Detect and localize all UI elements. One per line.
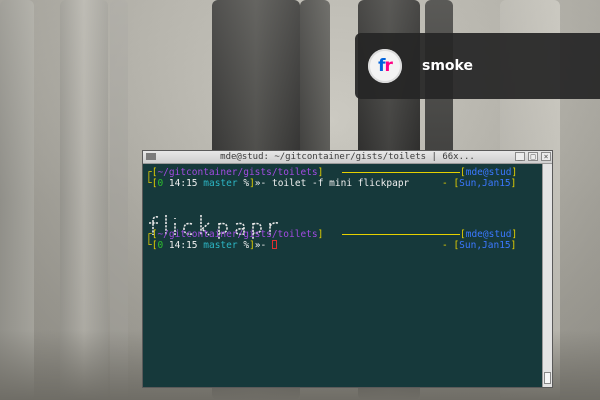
window-titlebar[interactable]: mde@stud: ~/gitcontainer/gists/toilets |… (143, 151, 552, 164)
prompt-line-bottom: └[0 14:15 master %]»- (146, 240, 277, 251)
flickr-icon: fr (368, 49, 402, 83)
prompt-path: ~/gitcontainer/gists/toilets (157, 167, 318, 178)
prompt-host-block: [mde@stud] (460, 229, 518, 240)
prompt-time: 14:15 (168, 178, 198, 189)
typed-command: toilet -f mini flickpapr (271, 178, 410, 189)
prompt-user-host: mde@stud (465, 167, 512, 178)
prompt-arrow: »- (254, 240, 267, 251)
prompt-rule (342, 234, 460, 235)
terminal-screen[interactable]: ┌[~/gitcontainer/gists/toilets] [mde@stu… (146, 167, 542, 385)
prompt-branch: master (203, 178, 238, 189)
terminal-window[interactable]: mde@stud: ~/gitcontainer/gists/toilets |… (142, 150, 553, 388)
close-icon[interactable]: × (541, 152, 551, 161)
banner-text: flickpapr (146, 211, 198, 214)
prompt-line-bottom: └[0 14:15 master %]»- toilet -f mini fli… (146, 178, 410, 189)
prompt-line-top: ┌[~/gitcontainer/gists/toilets] (146, 229, 324, 240)
notification-title: smoke (422, 58, 473, 74)
prompt-date: Sun,Jan15 (459, 178, 511, 189)
text-cursor (271, 240, 277, 249)
prompt-branch: master (203, 240, 238, 251)
prompt-host-block: [mde@stud] (460, 167, 518, 178)
prompt-path: ~/gitcontainer/gists/toilets (157, 229, 318, 240)
notification-toast[interactable]: fr smoke (355, 33, 600, 99)
maximize-icon[interactable]: □ (528, 152, 538, 161)
window-title: mde@stud: ~/gitcontainer/gists/toilets |… (220, 152, 475, 162)
terminal-scrollbar[interactable] (542, 164, 552, 387)
prompt-date: Sun,Jan15 (459, 240, 511, 251)
prompt-line-top: ┌[~/gitcontainer/gists/toilets] (146, 167, 324, 178)
prompt-time: 14:15 (168, 240, 198, 251)
prompt-date-block: - [Sun,Jan15] (442, 178, 517, 189)
prompt-user-host: mde@stud (465, 229, 512, 240)
prompt-arrow: »- (254, 178, 267, 189)
scrollbar-thumb[interactable] (544, 372, 551, 384)
minimize-icon[interactable]: _ (515, 152, 525, 161)
flickr-icon-letter-r: r (384, 56, 393, 76)
prompt-rule (342, 172, 460, 173)
prompt-date-block: - [Sun,Jan15] (442, 240, 517, 251)
